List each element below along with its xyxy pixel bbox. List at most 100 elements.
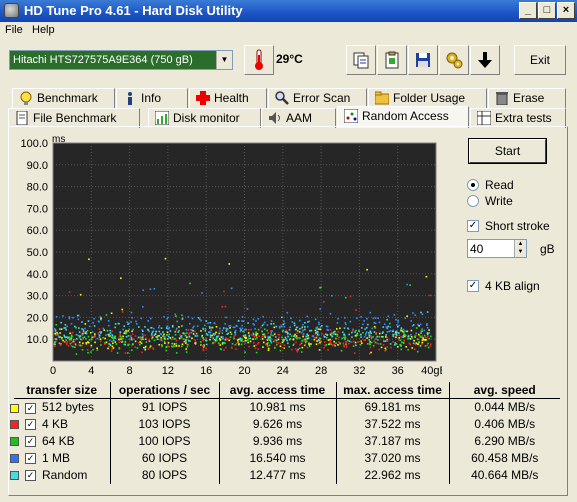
series-color-swatch <box>10 471 19 481</box>
data-point <box>270 320 273 322</box>
spinner-arrows-icon[interactable]: ▲ ▼ <box>514 240 526 257</box>
data-point <box>62 315 64 317</box>
data-point <box>201 292 203 294</box>
drive-select[interactable]: Hitachi HTS727575A9E364 (750 gB) ▼ <box>9 50 233 70</box>
data-point <box>163 333 165 336</box>
save-button[interactable] <box>408 45 438 75</box>
data-point <box>305 340 308 343</box>
short-stroke-checkbox[interactable]: ✓ <box>467 220 479 232</box>
tab-health[interactable]: Health <box>189 88 267 108</box>
data-point <box>79 344 82 347</box>
data-point <box>69 332 71 335</box>
menu-file[interactable]: File <box>5 24 23 36</box>
data-point <box>205 347 208 350</box>
data-point <box>325 343 328 346</box>
series-checkbox[interactable]: ✓ <box>25 419 36 431</box>
tab-folder-usage[interactable]: Folder Usage <box>368 88 487 108</box>
gears-icon <box>446 52 463 69</box>
data-point <box>54 345 56 348</box>
tab-error-scan[interactable]: Error Scan <box>268 88 367 108</box>
data-point <box>377 317 379 320</box>
tab-aam[interactable]: AAM <box>261 108 336 128</box>
data-point <box>182 332 184 334</box>
data-point <box>277 342 280 344</box>
start-button[interactable]: Start <box>468 138 547 164</box>
series-checkbox[interactable]: ✓ <box>25 470 36 482</box>
data-point <box>254 327 256 330</box>
data-point <box>315 336 318 339</box>
app-icon <box>4 3 19 18</box>
minimize-button[interactable]: _ <box>519 2 537 19</box>
download-button[interactable] <box>470 45 500 75</box>
tab-file-benchmark[interactable]: File Benchmark <box>8 108 140 128</box>
data-point <box>220 336 223 338</box>
align-checkbox[interactable]: ✓ <box>467 280 479 292</box>
data-point <box>71 331 74 334</box>
data-point <box>248 334 251 337</box>
data-point <box>257 342 259 345</box>
data-point <box>81 344 83 347</box>
data-point <box>412 312 414 314</box>
data-point <box>152 348 155 350</box>
data-point <box>337 330 340 333</box>
menu-help[interactable]: Help <box>32 24 55 36</box>
data-point <box>189 340 192 343</box>
data-point <box>79 293 82 296</box>
data-point <box>360 316 362 318</box>
exit-button[interactable]: Exit <box>514 45 566 75</box>
write-radio[interactable] <box>467 195 479 207</box>
copy-icon <box>353 52 369 69</box>
data-point <box>92 336 95 338</box>
copy-info-button[interactable] <box>346 45 376 75</box>
data-point <box>400 345 402 347</box>
data-point <box>293 324 296 327</box>
data-point <box>363 336 366 338</box>
chevron-down-icon[interactable]: ▼ <box>216 51 232 69</box>
data-point <box>104 337 106 340</box>
data-point <box>269 336 271 338</box>
read-radio[interactable] <box>467 179 479 191</box>
maximize-button[interactable]: □ <box>538 2 556 19</box>
tab-benchmark[interactable]: Benchmark <box>12 88 115 108</box>
series-checkbox[interactable]: ✓ <box>25 453 36 465</box>
data-point <box>165 346 168 349</box>
tab-disk-monitor[interactable]: Disk monitor <box>148 108 261 128</box>
data-point <box>200 319 202 322</box>
data-point <box>352 340 355 343</box>
clipboard-icon <box>385 51 399 69</box>
data-point <box>235 348 237 351</box>
data-point <box>68 316 71 318</box>
data-point <box>147 329 150 331</box>
data-point <box>351 331 353 334</box>
data-point <box>202 345 204 347</box>
copy-screenshot-button[interactable] <box>377 45 407 75</box>
data-point <box>142 305 144 308</box>
data-point <box>119 340 122 343</box>
data-point <box>247 329 250 331</box>
x-tick-label: 20 <box>238 365 250 377</box>
tab-extra-tests[interactable]: Extra tests <box>470 108 566 128</box>
tab-info[interactable]: Info <box>116 88 188 108</box>
tab-label: Health <box>214 91 249 105</box>
series-checkbox[interactable]: ✓ <box>25 402 36 414</box>
series-checkbox[interactable]: ✓ <box>25 436 36 448</box>
data-point <box>282 339 284 341</box>
data-point <box>58 342 61 345</box>
data-point <box>254 338 257 340</box>
tab-random-access[interactable]: Random Access <box>337 106 469 128</box>
data-point <box>371 327 373 330</box>
options-button[interactable] <box>439 45 469 75</box>
data-point <box>283 326 286 328</box>
data-point <box>107 324 110 327</box>
data-point <box>214 341 216 344</box>
data-point <box>366 343 369 345</box>
data-point <box>374 327 377 329</box>
data-point <box>264 336 267 339</box>
data-point <box>343 345 345 348</box>
temperature-button[interactable] <box>244 45 274 75</box>
data-point <box>230 333 233 336</box>
tab-erase[interactable]: Erase <box>488 88 566 108</box>
stroke-size-input[interactable]: 40 ▲ ▼ <box>467 239 527 258</box>
close-button[interactable]: × <box>557 2 575 19</box>
tab-label: AAM <box>286 111 313 125</box>
